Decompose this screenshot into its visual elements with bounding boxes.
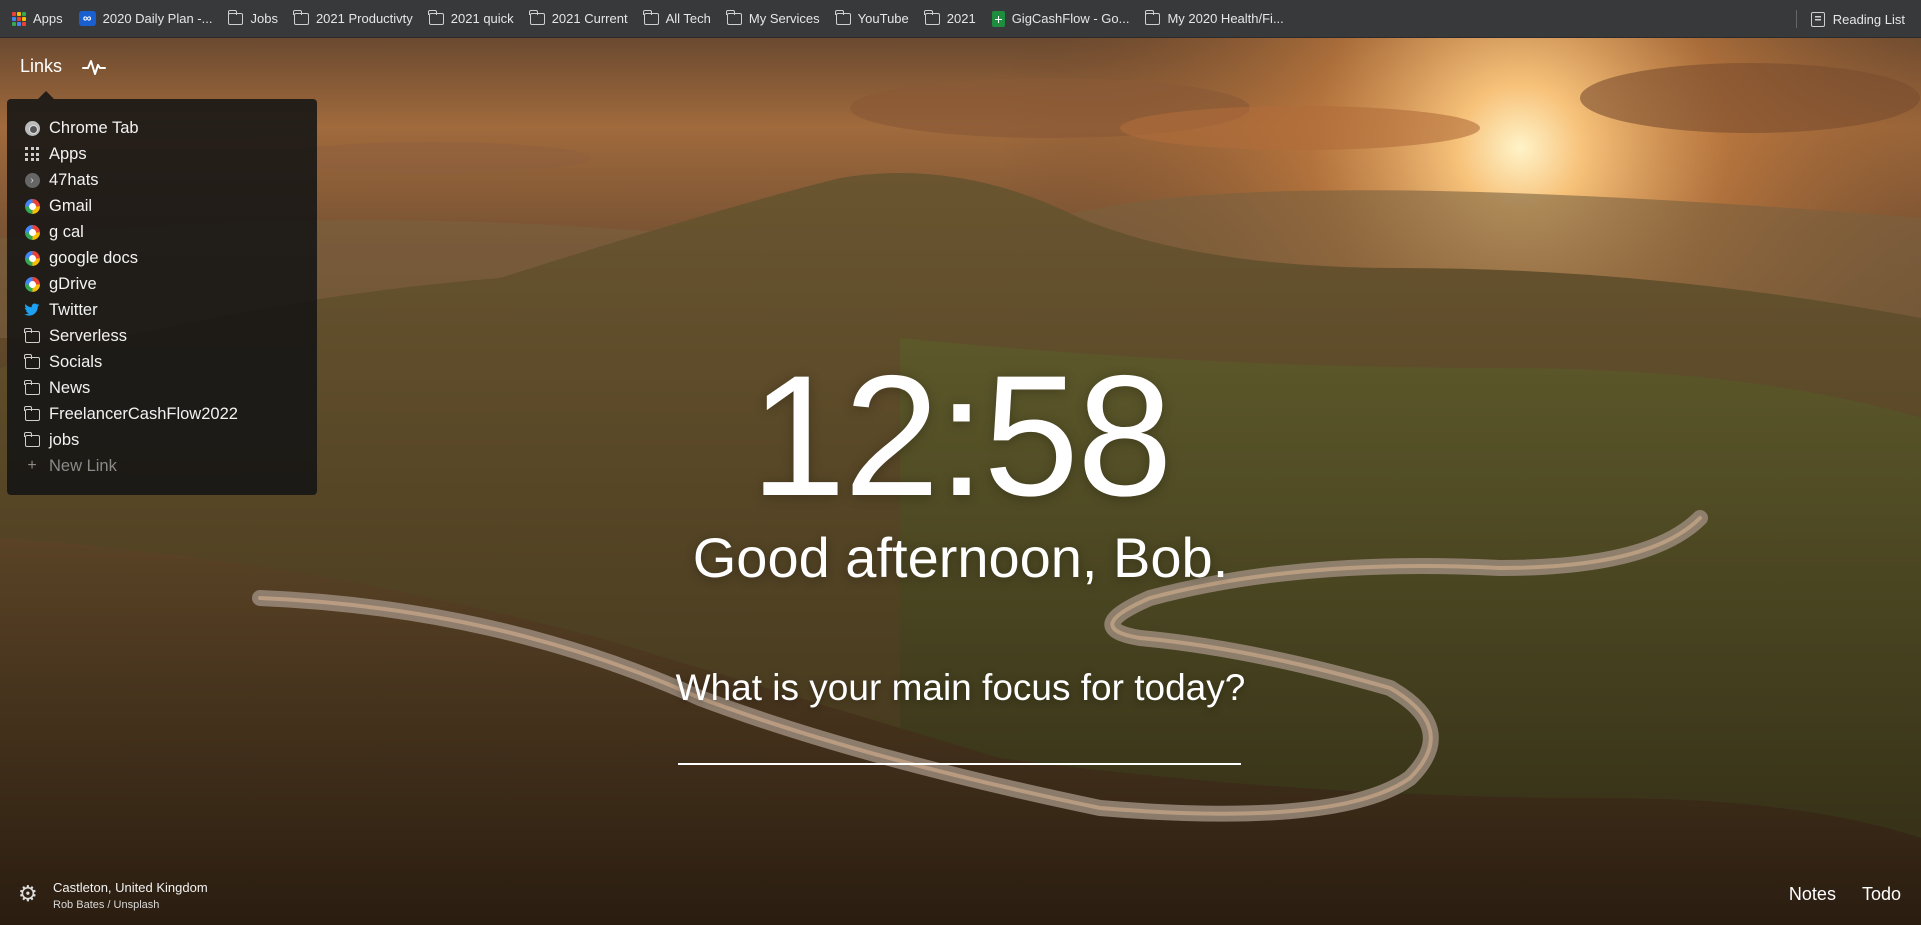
link-gmail[interactable]: Gmail: [7, 193, 317, 219]
folder-icon: [24, 328, 40, 344]
link-gdrive[interactable]: gDrive: [7, 271, 317, 297]
twitter-icon: [24, 302, 40, 318]
focus-question: What is your main focus for today?: [675, 667, 1246, 708]
bookmark-folder-health[interactable]: My 2020 Health/Fi...: [1144, 9, 1284, 26]
chrome-icon: [24, 120, 40, 136]
photo-credit[interactable]: Rob Bates / Unsplash: [53, 899, 208, 911]
link-twitter[interactable]: Twitter: [7, 297, 317, 323]
todo-button[interactable]: Todo: [1862, 884, 1901, 905]
clock: 12:58: [750, 340, 1172, 532]
google-icon: [24, 276, 40, 292]
bookmark-folder-youtube[interactable]: YouTube: [835, 9, 909, 26]
bookmark-folder-jobs[interactable]: Jobs: [227, 9, 278, 26]
bookmark-folder-2021-quick[interactable]: 2021 quick: [428, 9, 514, 26]
bookmark-folder-2021-productivty[interactable]: 2021 Productivty: [293, 9, 413, 26]
pulse-icon[interactable]: [82, 57, 107, 77]
google-icon: [24, 250, 40, 266]
link-google-docs[interactable]: google docs: [7, 245, 317, 271]
folder-icon: [529, 9, 545, 25]
google-icon: [24, 224, 40, 240]
sheets-icon: [991, 10, 1005, 27]
bookmarks-bar: Apps ∞ 2020 Daily Plan -... Jobs 2021 Pr…: [0, 0, 1921, 38]
apps-grid-icon: [12, 11, 26, 26]
greeting: Good afternoon, Bob.: [692, 526, 1229, 589]
bookmark-gigcashflow[interactable]: GigCashFlow - Go...: [991, 10, 1129, 27]
apps-icon: [24, 146, 40, 162]
link-47hats[interactable]: › 47hats: [7, 167, 317, 193]
photo-location[interactable]: Castleton, United Kingdom: [53, 880, 208, 895]
folder-icon: [227, 9, 244, 25]
folder-icon: [726, 9, 742, 25]
google-icon: [24, 198, 40, 214]
bookmark-folder-my-services[interactable]: My Services: [726, 9, 820, 26]
link-g-cal[interactable]: g cal: [7, 219, 317, 245]
links-header: Links: [20, 56, 107, 77]
photo-info: Castleton, United Kingdom Rob Bates / Un…: [53, 880, 208, 911]
separator: [1795, 10, 1797, 28]
bookmark-apps[interactable]: Apps: [12, 11, 63, 26]
focus-input[interactable]: [678, 720, 1241, 765]
arrow-circle-icon: ›: [24, 172, 40, 188]
folder-icon: [835, 9, 851, 25]
link-apps[interactable]: Apps: [7, 141, 317, 167]
reading-list-button[interactable]: Reading List: [1795, 0, 1905, 38]
link-serverless[interactable]: Serverless: [7, 323, 317, 349]
bookmark-folder-2021[interactable]: 2021: [924, 9, 976, 26]
link-chrome-tab[interactable]: Chrome Tab: [7, 115, 317, 141]
folder-icon: [293, 9, 309, 25]
links-toggle[interactable]: Links: [20, 56, 62, 77]
folder-icon: [1144, 9, 1161, 25]
settings-gear-icon[interactable]: ⚙: [18, 883, 38, 905]
reading-list-icon: [1810, 11, 1825, 27]
notes-button[interactable]: Notes: [1789, 884, 1836, 905]
infinity-icon: ∞: [78, 11, 96, 26]
bookmark-folder-2021-current[interactable]: 2021 Current: [529, 9, 628, 26]
bottom-right-nav: Notes Todo: [1789, 884, 1901, 905]
folder-icon: [924, 9, 940, 25]
folder-icon: [428, 9, 444, 25]
folder-icon: [643, 9, 659, 25]
bookmark-daily-plan[interactable]: ∞ 2020 Daily Plan -...: [78, 11, 212, 26]
bookmark-folder-all-tech[interactable]: All Tech: [643, 9, 711, 26]
